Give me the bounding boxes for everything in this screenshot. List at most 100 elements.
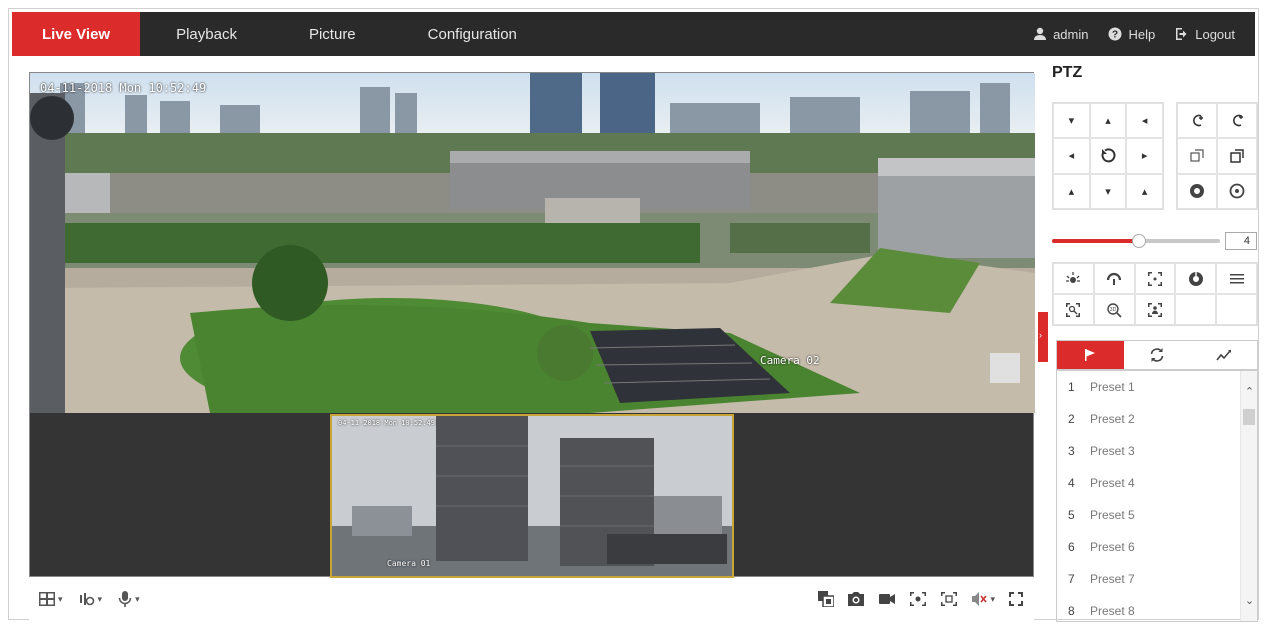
preset-name: Preset 7 xyxy=(1090,572,1135,586)
pan-down-right-button[interactable]: ▴ xyxy=(1126,173,1163,209)
volume-button[interactable]: ▾ xyxy=(971,591,995,607)
tab-live-view[interactable]: Live View xyxy=(12,12,141,56)
tilt-down-button[interactable]: ▾ xyxy=(1089,173,1127,209)
record-icon[interactable] xyxy=(878,591,896,607)
focus-far-button[interactable] xyxy=(1217,138,1257,174)
preset-row[interactable]: 1 Preset 1 xyxy=(1057,371,1257,403)
preset-number: 6 xyxy=(1068,540,1075,554)
preset-list: 1 Preset 1 2 Preset 2 3 Preset 3 4 Preset 4 … xyxy=(1056,370,1258,622)
tab-patterns[interactable] xyxy=(1190,341,1257,369)
arrow-left-icon: ◂ xyxy=(1141,115,1148,128)
digital-zoom-icon[interactable] xyxy=(909,591,927,607)
video-area: 04-11-2018 Mon 10:52:49 Camera 02 04-11-… xyxy=(29,72,1035,578)
ptz-function-grid: 3D xyxy=(1052,262,1258,326)
preset-number: 1 xyxy=(1068,380,1075,394)
zoom-in-button[interactable] xyxy=(1177,103,1217,139)
wiper-icon xyxy=(1107,272,1122,285)
slider-knob[interactable] xyxy=(1132,234,1147,248)
tab-presets[interactable] xyxy=(1057,341,1124,369)
ptz-speed-slider[interactable] xyxy=(1052,234,1220,248)
tab-configuration[interactable]: Configuration xyxy=(392,12,553,56)
svg-text:3D: 3D xyxy=(1110,307,1117,313)
ptz-direction-pad: ▾ ▴ ◂ ◂ ▸ ▴ ▾ ▴ xyxy=(1052,102,1164,210)
zoom-in-icon xyxy=(1193,114,1203,126)
manual-tracking-icon xyxy=(1066,302,1081,317)
help-label: Help xyxy=(1128,26,1156,42)
3d-zoom-button[interactable]: 3D xyxy=(1093,294,1135,325)
auto-pan-button[interactable] xyxy=(1089,138,1127,174)
scroll-up-icon[interactable]: ⌃ xyxy=(1241,385,1257,398)
sub-feed-image xyxy=(332,416,732,576)
preset-row[interactable]: 6 Preset 6 xyxy=(1057,531,1257,563)
empty-function-slot xyxy=(1216,294,1257,325)
preset-name: Preset 6 xyxy=(1090,540,1135,554)
preset-number: 5 xyxy=(1068,508,1075,522)
preset-row[interactable]: 3 Preset 3 xyxy=(1057,435,1257,467)
person-tracking-icon xyxy=(1147,302,1162,317)
wiper-button[interactable] xyxy=(1093,263,1135,294)
preset-name: Preset 1 xyxy=(1090,380,1135,394)
capture-icon[interactable] xyxy=(847,591,865,607)
person-tracking-button[interactable] xyxy=(1134,294,1176,325)
menu-button[interactable] xyxy=(1216,263,1257,294)
preset-row[interactable]: 7 Preset 7 xyxy=(1057,563,1257,595)
slider-fill xyxy=(1052,239,1140,243)
aux-focus-icon xyxy=(1147,271,1162,286)
pan-up-right-button[interactable]: ◂ xyxy=(1126,103,1163,139)
lens-initialization-button[interactable] xyxy=(1175,263,1217,294)
tab-playback[interactable]: Playback xyxy=(140,12,273,56)
preset-number: 4 xyxy=(1068,476,1075,490)
preset-row[interactable]: 4 Preset 4 xyxy=(1057,467,1257,499)
user-menu[interactable]: admin xyxy=(1033,27,1088,42)
iris-open-button[interactable] xyxy=(1177,173,1217,209)
preset-name: Preset 3 xyxy=(1090,444,1135,458)
microphone-button[interactable]: ▾ xyxy=(118,591,140,607)
preset-name: Preset 8 xyxy=(1090,604,1135,618)
iris-close-button[interactable] xyxy=(1217,173,1257,209)
help-link[interactable]: ? Help xyxy=(1108,27,1155,42)
preset-name: Preset 4 xyxy=(1090,476,1135,490)
ptz-speed-value[interactable]: 4 xyxy=(1225,232,1257,250)
arrow-right-icon: ▸ xyxy=(1141,150,1148,163)
sub-osd-camera: Camera 01 xyxy=(387,559,431,568)
arrow-up-icon: ▴ xyxy=(1141,185,1148,198)
zoom-out-button[interactable] xyxy=(1217,103,1257,139)
stream-type-button[interactable]: ▾ xyxy=(79,591,102,607)
start-all-live-icon[interactable] xyxy=(818,591,835,607)
tilt-up-button[interactable]: ▴ xyxy=(1089,103,1127,139)
logout-link[interactable]: Logout xyxy=(1175,27,1235,42)
pan-right-button[interactable]: ▸ xyxy=(1126,138,1163,174)
ptz-lens-controls xyxy=(1176,102,1258,210)
manual-tracking-button[interactable] xyxy=(1053,294,1094,325)
window-layout-button[interactable]: ▾ xyxy=(39,592,63,606)
menu-icon xyxy=(1229,273,1244,283)
main-osd-time: 04-11-2018 Mon 10:52:49 xyxy=(40,81,207,95)
auxiliary-focus-button[interactable] xyxy=(1134,263,1176,294)
ptz-preset-tabs xyxy=(1056,340,1258,370)
pan-left-button[interactable]: ◂ xyxy=(1053,138,1090,174)
preset-row[interactable]: 2 Preset 2 xyxy=(1057,403,1257,435)
tab-patrols[interactable] xyxy=(1124,341,1191,369)
main-osd-camera: Camera 02 xyxy=(760,354,820,367)
preset-list-scrollbar[interactable]: ⌃ ⌄ xyxy=(1240,371,1257,621)
focus-far-icon xyxy=(1230,149,1244,163)
focus-near-button[interactable] xyxy=(1177,138,1217,174)
help-icon: ? xyxy=(1108,27,1122,41)
pan-down-left-button[interactable]: ▴ xyxy=(1053,173,1090,209)
light-button[interactable] xyxy=(1053,263,1094,294)
panel-collapse-handle[interactable]: › xyxy=(1038,312,1048,362)
preset-row[interactable]: 5 Preset 5 xyxy=(1057,499,1257,531)
scrollbar-thumb[interactable] xyxy=(1243,409,1255,425)
scroll-down-icon[interactable]: ⌄ xyxy=(1241,594,1257,607)
main-camera-feed[interactable]: 04-11-2018 Mon 10:52:49 Camera 02 xyxy=(30,73,1035,413)
video-toolbar: ▾ ▾ ▾ ▾ xyxy=(29,578,1034,620)
3d-positioning-icon[interactable] xyxy=(940,591,958,607)
pan-up-left-button[interactable]: ▾ xyxy=(1053,103,1090,139)
auto-rotate-icon xyxy=(1101,148,1116,163)
sub-camera-feed[interactable]: 04-11-2018 Mon 10:52:49 Camera 01 xyxy=(330,414,734,578)
stream-icon xyxy=(79,593,94,606)
iris-open-icon xyxy=(1190,184,1204,199)
preset-row[interactable]: 8 Preset 8 xyxy=(1057,595,1257,621)
tab-picture[interactable]: Picture xyxy=(273,12,392,56)
fullscreen-icon[interactable] xyxy=(1008,591,1024,607)
